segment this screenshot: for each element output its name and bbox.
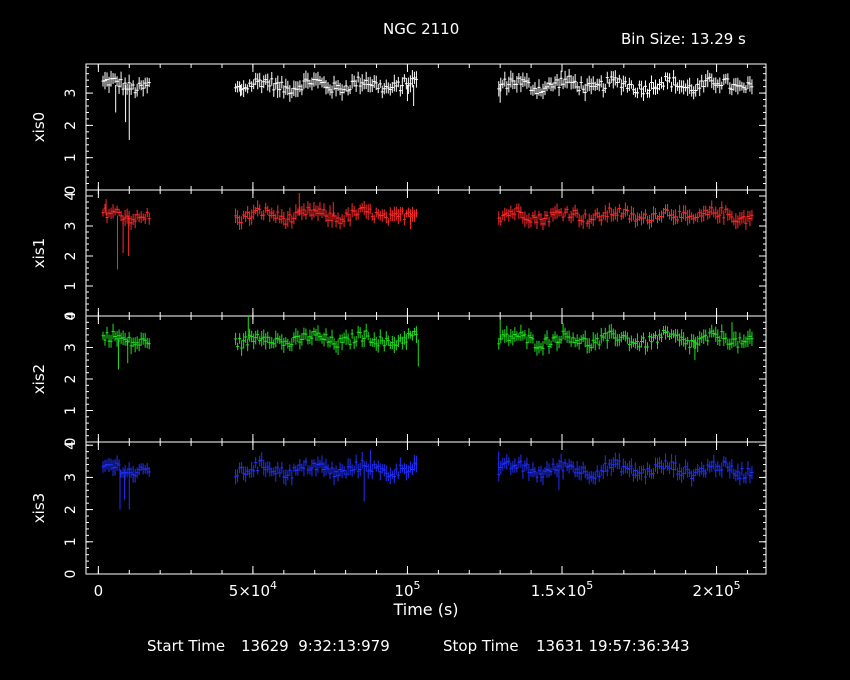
y-tick-label: 4 bbox=[63, 311, 79, 320]
stop-time-value: 13631 19:57:36:343 bbox=[536, 637, 690, 655]
x-axis-label: Time (s) bbox=[392, 600, 458, 619]
start-time-label: Start Time bbox=[147, 637, 226, 655]
panel-xis1: 01234xis1 bbox=[30, 189, 767, 320]
y-axis-label: xis3 bbox=[30, 493, 48, 523]
y-tick-label: 3 bbox=[63, 222, 79, 231]
y-axis-label: xis2 bbox=[30, 364, 48, 394]
panel-xis3: 0 1 2 3 4 xis3 bbox=[30, 441, 767, 579]
lightcurve-plot: 0123xis001234xis101234xis201234xis30 5×10… bbox=[30, 63, 767, 619]
y-tick-label: 2 bbox=[63, 252, 79, 261]
x-tick-label: 5×104 bbox=[229, 579, 277, 600]
y-tick-label: 1 bbox=[63, 537, 79, 546]
y-axis-label: xis0 bbox=[30, 112, 48, 142]
start-time-value: 13629 9:32:13:979 bbox=[241, 637, 390, 655]
panel-xis2: 01234xis2 bbox=[30, 311, 767, 446]
series-xis0 bbox=[101, 69, 754, 140]
series-xis2 bbox=[101, 316, 754, 370]
y-tick-label: 2 bbox=[63, 121, 79, 130]
panel-frame bbox=[85, 441, 767, 575]
x-tick-label: 1.5×105 bbox=[531, 579, 594, 600]
y-tick-label: 1 bbox=[63, 406, 79, 415]
y-tick-label: 3 bbox=[63, 473, 79, 482]
y-tick-label: 3 bbox=[63, 89, 79, 98]
y-tick-label: 4 bbox=[63, 441, 79, 450]
series-xis3 bbox=[101, 450, 754, 510]
stop-time-label: Stop Time bbox=[443, 637, 519, 655]
x-tick-label: 105 bbox=[394, 579, 420, 600]
y-tick-label: 0 bbox=[63, 570, 79, 579]
x-tick-label: 2×105 bbox=[692, 579, 740, 600]
panel-xis0: 0123xis0 bbox=[30, 63, 767, 194]
y-tick-label: 3 bbox=[63, 343, 79, 352]
y-axis-label: xis1 bbox=[30, 238, 48, 268]
y-tick-label: 4 bbox=[63, 191, 79, 200]
series-xis1 bbox=[101, 193, 754, 270]
y-tick-label: 1 bbox=[63, 282, 79, 291]
x-tick-label: 0 bbox=[94, 582, 104, 600]
y-tick-label: 1 bbox=[63, 153, 79, 162]
y-tick-label: 2 bbox=[63, 375, 79, 384]
y-tick-label: 2 bbox=[63, 505, 79, 514]
